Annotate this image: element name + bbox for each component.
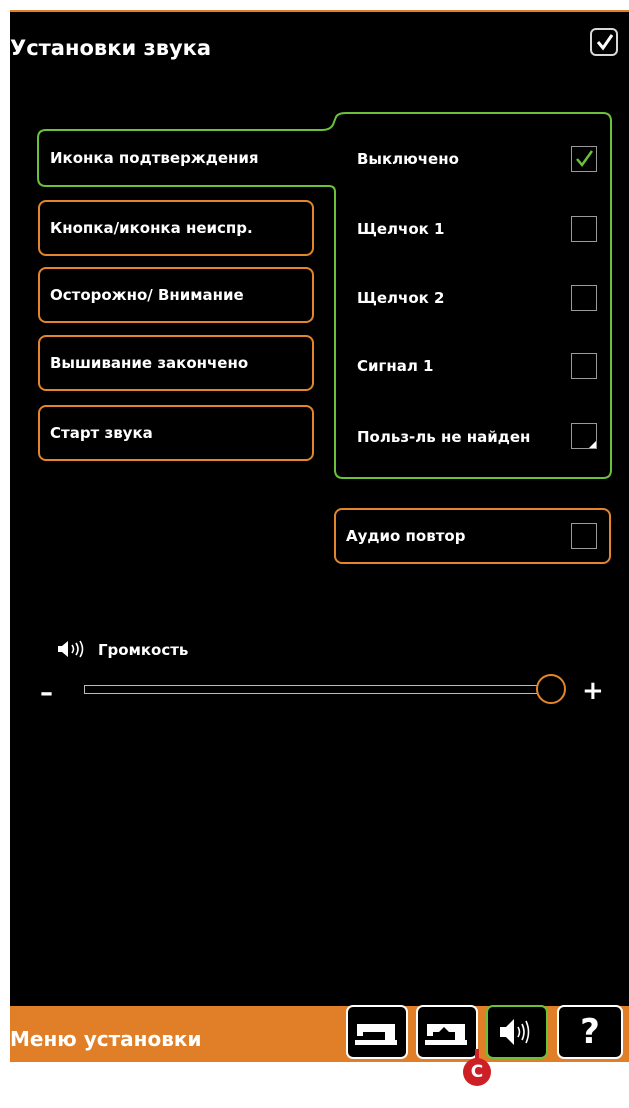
option-label-click-2: Щелчок 2 bbox=[357, 289, 445, 307]
sewing-machine-icon bbox=[355, 1024, 397, 1045]
option-label-click-1: Щелчок 1 bbox=[357, 220, 445, 238]
option-label-user-not-found: Польз-ль не найден bbox=[357, 428, 531, 446]
volume-slider-track[interactable] bbox=[84, 685, 548, 694]
category-button-icon-error[interactable]: Кнопка/иконка неиспр. bbox=[38, 200, 314, 256]
check-icon bbox=[576, 150, 594, 168]
option-checkbox-signal-1[interactable] bbox=[571, 353, 597, 379]
category-label: Вышивание закончено bbox=[50, 354, 249, 372]
embroidery-settings-button[interactable] bbox=[416, 1005, 478, 1059]
category-label: Иконка подтверждения bbox=[50, 149, 259, 167]
sound-settings-button[interactable] bbox=[486, 1005, 548, 1059]
option-label-signal-1: Сигнал 1 bbox=[357, 357, 434, 375]
category-start-sound[interactable]: Старт звука bbox=[38, 405, 314, 461]
menu-title: Меню установки bbox=[10, 1027, 202, 1051]
category-caution-attention[interactable]: Осторожно/ Внимание bbox=[38, 267, 314, 323]
audio-repeat-label: Аудио повтор bbox=[346, 527, 466, 545]
sewing-machine-settings-button[interactable] bbox=[346, 1005, 408, 1059]
volume-label: Громкость bbox=[56, 640, 188, 659]
sound-settings-screen: Установки звука Иконка подтверждения Кно… bbox=[10, 10, 629, 1062]
option-checkbox-user-not-found[interactable] bbox=[571, 423, 597, 449]
callout-marker: C bbox=[463, 1058, 491, 1086]
category-embroidery-finished[interactable]: Вышивание закончено bbox=[38, 335, 314, 391]
category-label: Осторожно/ Внимание bbox=[50, 286, 244, 304]
corner-arrow-icon bbox=[589, 441, 596, 448]
category-confirmation-icon[interactable]: Иконка подтверждения bbox=[38, 130, 314, 186]
question-mark-icon: ? bbox=[580, 1012, 600, 1052]
option-checkbox-off[interactable] bbox=[571, 146, 597, 172]
help-button[interactable]: ? bbox=[557, 1005, 623, 1059]
speaker-icon bbox=[500, 1019, 530, 1045]
option-label-off: Выключено bbox=[357, 150, 459, 168]
category-label: Старт звука bbox=[50, 424, 153, 442]
volume-decrease-button[interactable]: – bbox=[40, 678, 53, 708]
top-accent-line bbox=[10, 10, 629, 12]
audio-repeat-checkbox[interactable] bbox=[571, 523, 597, 549]
embroidery-machine-icon bbox=[425, 1024, 467, 1045]
volume-text: Громкость bbox=[98, 641, 189, 659]
volume-increase-button[interactable]: + bbox=[582, 676, 604, 706]
speaker-icon bbox=[58, 640, 84, 658]
volume-slider-thumb[interactable] bbox=[536, 674, 566, 704]
option-checkbox-click-2[interactable] bbox=[571, 285, 597, 311]
category-label: Кнопка/иконка неиспр. bbox=[50, 219, 253, 237]
option-checkbox-click-1[interactable] bbox=[571, 216, 597, 242]
